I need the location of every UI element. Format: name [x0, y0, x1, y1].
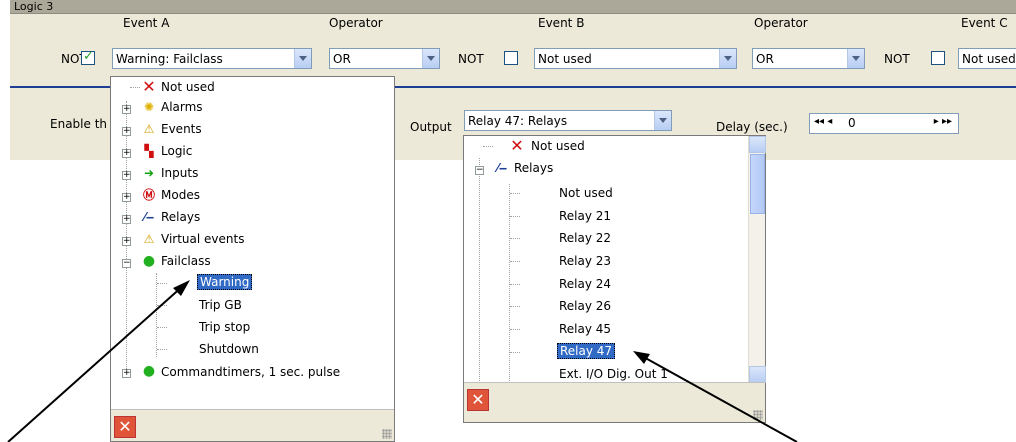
annotation-arrows	[7, 280, 798, 442]
arrow-to-relay-47	[639, 354, 798, 442]
arrow-to-warning	[7, 284, 185, 442]
arrow-head-icon	[633, 351, 650, 364]
